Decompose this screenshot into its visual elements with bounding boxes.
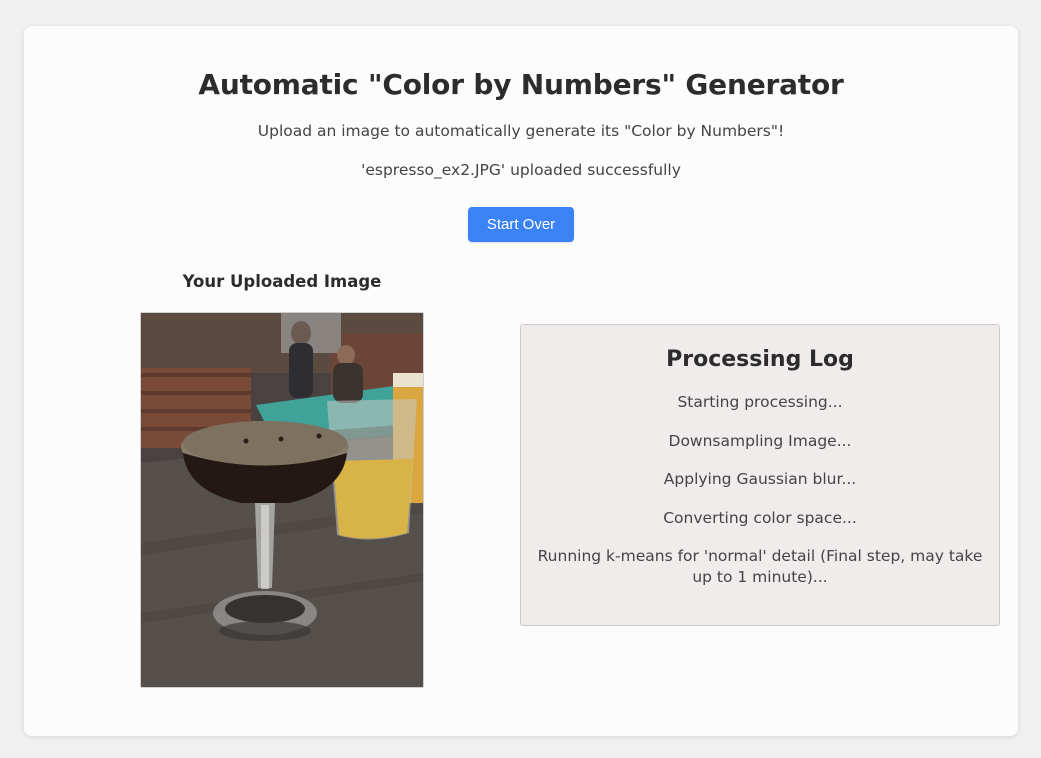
log-entry: Starting processing... xyxy=(677,393,843,411)
log-entry: Converting color space... xyxy=(663,508,857,527)
log-entry: Downsampling Image... xyxy=(668,431,852,450)
upload-status-message: 'espresso_ex2.JPG' uploaded successfully xyxy=(361,161,681,179)
processing-log-list: Starting processing... Downsampling Imag… xyxy=(521,392,999,606)
uploaded-image xyxy=(140,312,424,688)
page-title: Automatic "Color by Numbers" Generator xyxy=(198,68,844,101)
page-subtitle: Upload an image to automatically generat… xyxy=(257,122,785,140)
start-over-button[interactable]: Start Over xyxy=(468,207,574,242)
log-entry: Running k-means for 'normal' detail (Fin… xyxy=(537,547,983,586)
processing-log-panel: Processing Log Starting processing... Do… xyxy=(520,324,1000,626)
processing-log-title: Processing Log xyxy=(666,347,854,372)
log-entry: Applying Gaussian blur... xyxy=(663,470,857,488)
main-card: Automatic "Color by Numbers" Generator U… xyxy=(24,26,1018,736)
uploaded-image-heading: Your Uploaded Image xyxy=(182,272,382,291)
